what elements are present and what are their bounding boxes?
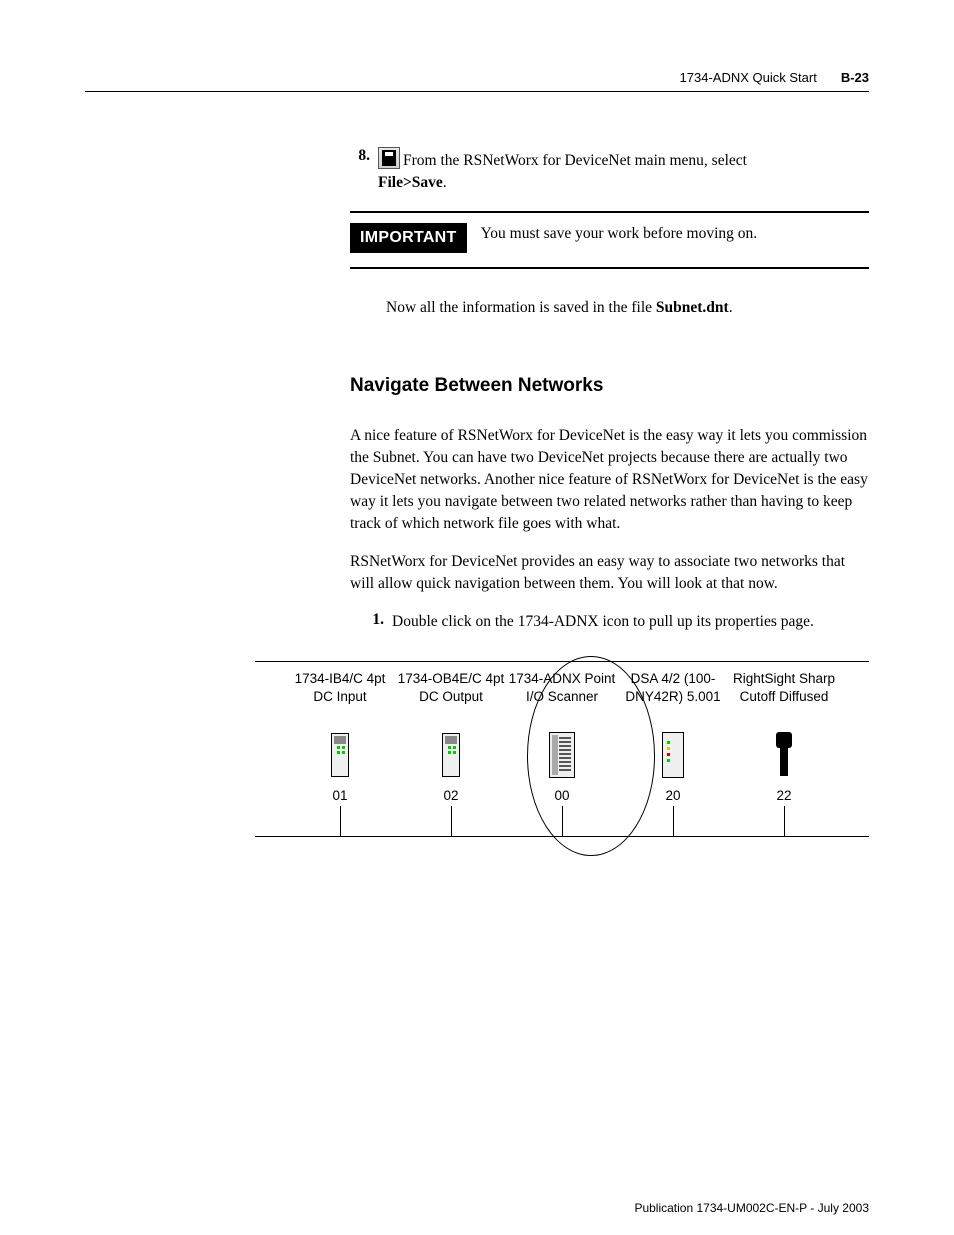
device-row: 1734-IB4/C 4pt DC Input 01 1734-OB4E/C 4…: [255, 662, 869, 836]
sensor-icon: [776, 726, 792, 784]
device-label: DSA 4/2 (100-DNY42R) 5.001: [618, 670, 728, 726]
section-heading: Navigate Between Networks: [350, 375, 869, 397]
module-icon: [442, 726, 460, 784]
device-addr: 02: [443, 788, 458, 806]
device-addr: 00: [554, 788, 569, 806]
menu-path: File>Save: [378, 174, 443, 191]
important-box: IMPORTANT You must save your work before…: [350, 211, 869, 269]
paragraph-2: RSNetWorx for DeviceNet provides an easy…: [350, 551, 869, 595]
important-text: You must save your work before moving on…: [481, 223, 869, 243]
header-title: 1734-ADNX Quick Start: [680, 70, 817, 85]
device-label: 1734-ADNX Point I/O Scanner: [507, 670, 617, 726]
drop-line: [562, 806, 563, 836]
saved-before: Now all the information is saved in the …: [386, 299, 656, 316]
header-rule: [85, 91, 869, 92]
network-figure: 1734-IB4/C 4pt DC Input 01 1734-OB4E/C 4…: [255, 662, 869, 837]
step-text: Double click on the 1734-ADNX icon to pu…: [392, 611, 814, 633]
important-label: IMPORTANT: [350, 223, 467, 253]
header-page: B-23: [841, 70, 869, 85]
paragraph-1: A nice feature of RSNetWorx for DeviceNe…: [350, 425, 869, 535]
device-addr: 01: [332, 788, 347, 806]
device-ob4e: 1734-OB4E/C 4pt DC Output 02: [396, 670, 506, 836]
drop-line: [784, 806, 785, 836]
drop-line: [673, 806, 674, 836]
device-label: 1734-OB4E/C 4pt DC Output: [396, 670, 506, 726]
step-number: 1.: [364, 611, 384, 633]
footer: Publication 1734-UM002C-EN-P - July 2003: [634, 1201, 869, 1215]
device-ib4: 1734-IB4/C 4pt DC Input 01: [285, 670, 395, 836]
device-adnx: 1734-ADNX Point I/O Scanner 00: [507, 670, 617, 836]
saved-paragraph: Now all the information is saved in the …: [386, 297, 869, 319]
module-icon: [331, 726, 349, 784]
step-body: From the RSNetWorx for DeviceNet main me…: [378, 147, 747, 193]
device-label: 1734-IB4/C 4pt DC Input: [285, 670, 395, 726]
step-after: .: [443, 174, 447, 191]
device-rightsight: RightSight Sharp Cutoff Diffused 22: [729, 670, 839, 836]
drop-line: [340, 806, 341, 836]
save-icon: [378, 147, 400, 169]
step-8: 8. From the RSNetWorx for DeviceNet main…: [350, 147, 869, 193]
drop-line: [451, 806, 452, 836]
page-header: 1734-ADNX Quick Start B-23: [85, 70, 869, 85]
device-addr: 20: [665, 788, 680, 806]
device-label: RightSight Sharp Cutoff Diffused: [729, 670, 839, 726]
step-1: 1. Double click on the 1734-ADNX icon to…: [364, 611, 869, 633]
device-dsa: DSA 4/2 (100-DNY42R) 5.001 20: [618, 670, 728, 836]
scanner-icon: [549, 726, 575, 784]
step-text-before: From the RSNetWorx for DeviceNet main me…: [403, 152, 747, 169]
dsa-icon: [662, 726, 684, 784]
saved-after: .: [729, 299, 733, 316]
device-addr: 22: [776, 788, 791, 806]
step-number: 8.: [350, 147, 370, 193]
saved-filename: Subnet.dnt: [656, 299, 729, 316]
